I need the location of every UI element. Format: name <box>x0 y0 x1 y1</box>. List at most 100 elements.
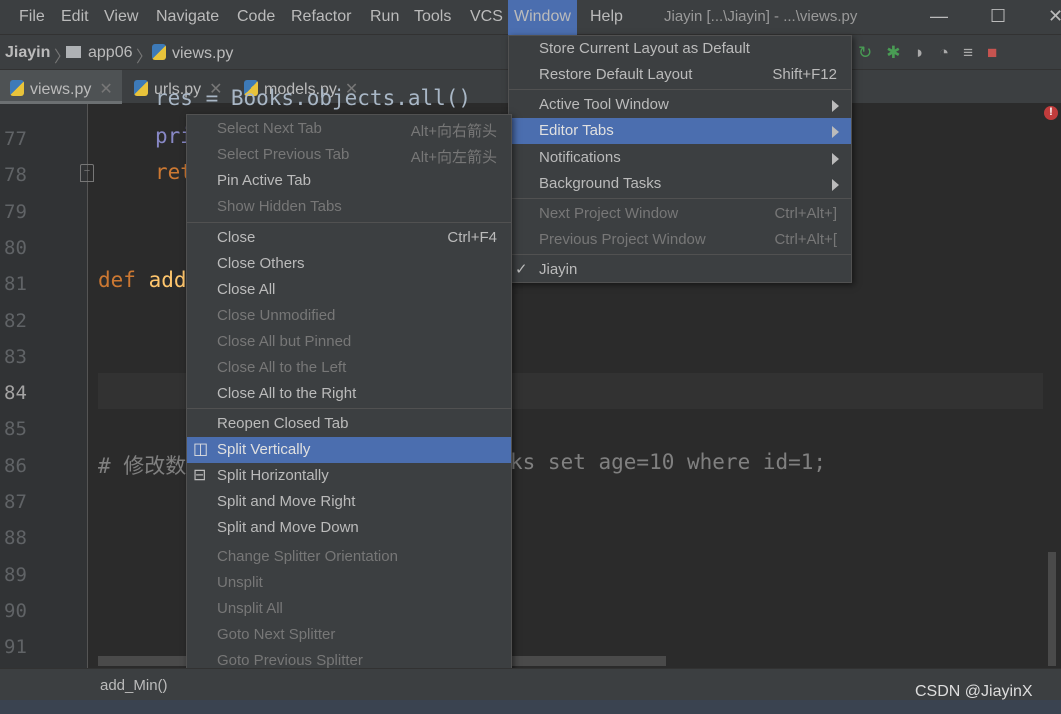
menu-help[interactable]: Help <box>590 8 623 26</box>
fold-icon[interactable]: − <box>80 164 94 182</box>
menu-item-close-all-to-the-left[interactable]: Close All to the Left <box>187 355 511 381</box>
menu-item-split-horizontally[interactable]: Split Horizontally ⊟ <box>187 463 511 489</box>
menu-item-previous-project-window[interactable]: Previous Project Window Ctrl+Alt+[ <box>509 227 851 253</box>
stop-icon[interactable]: ■ <box>987 43 1011 62</box>
shortcut: Shift+F12 <box>772 66 837 83</box>
menu-item-label: Show Hidden Tabs <box>217 198 342 215</box>
breadcrumb-folder[interactable]: app06 <box>88 44 133 62</box>
line-number: 91 <box>4 636 27 659</box>
menu-edit[interactable]: Edit <box>61 8 89 26</box>
menu-item-active-tool-window[interactable]: Active Tool Window <box>509 92 851 118</box>
menu-item-next-project-window[interactable]: Next Project Window Ctrl+Alt+] <box>509 201 851 227</box>
menu-view[interactable]: View <box>104 8 138 26</box>
window-menu: Store Current Layout as Default Restore D… <box>508 35 852 283</box>
folder-icon <box>66 46 81 58</box>
shortcut: Ctrl+Alt+] <box>774 205 837 222</box>
menu-item-unsplit-all[interactable]: Unsplit All <box>187 596 511 622</box>
menu-item-label: Split Vertically <box>217 441 311 458</box>
close-tab-icon[interactable]: ✕ <box>99 81 112 98</box>
rerun-icon[interactable]: ↻ <box>858 43 886 62</box>
menu-item-select-previous-tab[interactable]: Select Previous Tab Alt+向左箭头 <box>187 142 511 168</box>
menu-item-label: Split Horizontally <box>217 467 329 484</box>
breadcrumb-project[interactable]: Jiayin <box>5 44 50 62</box>
menu-item-label: Goto Previous Splitter <box>217 652 363 669</box>
function-breadcrumb[interactable]: add_Min() <box>100 677 168 694</box>
coverage-icon[interactable]: ◗ <box>915 43 939 62</box>
run-concurrency-icon[interactable]: ≡ <box>963 43 987 62</box>
menu-item-label: Close All <box>217 281 276 298</box>
menu-item-split-vertically[interactable]: Split Vertically ◫ <box>187 437 511 463</box>
menu-item-notifications[interactable]: Notifications <box>509 145 851 171</box>
menu-item-restore-default-layout[interactable]: Restore Default Layout Shift+F12 <box>509 62 851 88</box>
line-number: 77 <box>4 128 27 150</box>
menu-item-label: Split and Move Down <box>217 519 359 536</box>
menu-item-reopen-closed-tab[interactable]: Reopen Closed Tab <box>187 411 511 437</box>
menu-item-change-splitter-orientation[interactable]: Change Splitter Orientation <box>187 544 511 570</box>
menu-item-close-unmodified[interactable]: Close Unmodified <box>187 303 511 329</box>
submenu-arrow-icon <box>832 126 839 138</box>
menu-run[interactable]: Run <box>370 8 399 26</box>
close-button[interactable]: ✕ <box>1048 6 1061 27</box>
menu-item-select-next-tab[interactable]: Select Next Tab Alt+向右箭头 <box>187 116 511 142</box>
line-gutter: 77 78 79 80 81 82 83 84 85 86 87 88 89 90 91 − <box>0 104 94 668</box>
line-number: 88 <box>4 527 27 550</box>
debug-icon[interactable]: ✱ <box>886 43 914 62</box>
submenu-arrow-icon <box>832 179 839 191</box>
menu-item-label: Notifications <box>539 149 621 166</box>
menu-item-label: Select Previous Tab <box>217 146 350 163</box>
minimize-button[interactable]: — <box>930 6 948 27</box>
maximize-button[interactable]: ☐ <box>990 6 1006 27</box>
error-icon[interactable]: ! <box>1044 106 1058 120</box>
menu-separator <box>509 89 851 90</box>
menu-item-unsplit[interactable]: Unsplit <box>187 570 511 596</box>
line-number: 81 <box>4 273 27 296</box>
menu-item-jiayin[interactable]: Jiayin ✓ <box>509 257 851 283</box>
menu-item-show-hidden-tabs[interactable]: Show Hidden Tabs <box>187 194 511 220</box>
menu-item-pin-active-tab[interactable]: Pin Active Tab <box>187 168 511 194</box>
menu-window[interactable]: Window <box>508 0 577 35</box>
menu-item-close-all-but-pinned[interactable]: Close All but Pinned <box>187 329 511 355</box>
python-file-icon <box>10 80 24 96</box>
menu-navigate[interactable]: Navigate <box>156 8 219 26</box>
line-number: 83 <box>4 345 27 368</box>
profile-icon[interactable]: ◔ <box>939 43 963 62</box>
python-file-icon <box>134 80 148 96</box>
menu-item-close[interactable]: Close Ctrl+F4 <box>187 225 511 251</box>
menu-item-label: Close All to the Left <box>217 359 347 376</box>
menu-code[interactable]: Code <box>237 8 275 26</box>
menu-item-goto-next-splitter[interactable]: Goto Next Splitter <box>187 622 511 648</box>
menu-item-store-current-layout-as-default[interactable]: Store Current Layout as Default <box>509 36 851 62</box>
menu-tools[interactable]: Tools <box>414 8 451 26</box>
line-number: 79 <box>4 200 27 223</box>
submenu-arrow-icon <box>832 100 839 112</box>
menu-item-background-tasks[interactable]: Background Tasks <box>509 171 851 197</box>
line-number: 82 <box>4 309 27 332</box>
line-number: 78 <box>4 164 27 187</box>
vertical-scrollbar[interactable] <box>1048 552 1056 666</box>
menu-item-label: Close All to the Right <box>217 385 357 402</box>
menu-item-label: Close Unmodified <box>217 307 336 324</box>
menu-item-editor-tabs[interactable]: Editor Tabs <box>509 118 851 144</box>
breadcrumb-file[interactable]: views.py <box>152 44 233 63</box>
menu-item-close-others[interactable]: Close Others <box>187 251 511 277</box>
menu-bar: File Edit View Navigate Code Refactor Run Tools… <box>0 0 1061 35</box>
menu-item-label: Split and Move Right <box>217 493 356 510</box>
menu-item-close-all[interactable]: Close All <box>187 277 511 303</box>
status-bar <box>0 700 1061 714</box>
menu-item-label: Unsplit All <box>217 600 283 617</box>
menu-refactor[interactable]: Refactor <box>291 8 351 26</box>
menu-separator <box>187 222 511 223</box>
menu-item-label: Store Current Layout as Default <box>539 40 750 57</box>
tab-views-py[interactable]: views.py ✕ <box>0 70 122 104</box>
menu-item-split-and-move-right[interactable]: Split and Move Right <box>187 489 511 515</box>
menu-separator <box>509 254 851 255</box>
menu-item-close-all-to-the-right[interactable]: Close All to the Right <box>187 381 511 407</box>
menu-item-label: Close Others <box>217 255 305 272</box>
line-number: 84 <box>4 382 27 405</box>
menu-vcs[interactable]: VCS <box>470 8 503 26</box>
editor-tabs-submenu: Select Next Tab Alt+向右箭头 Select Previous T… <box>186 114 512 700</box>
menu-item-split-and-move-down[interactable]: Split and Move Down <box>187 515 511 541</box>
split-horizontal-icon: ⊟ <box>193 467 207 484</box>
menu-item-label: Close <box>217 229 256 246</box>
menu-file[interactable]: File <box>19 8 45 26</box>
